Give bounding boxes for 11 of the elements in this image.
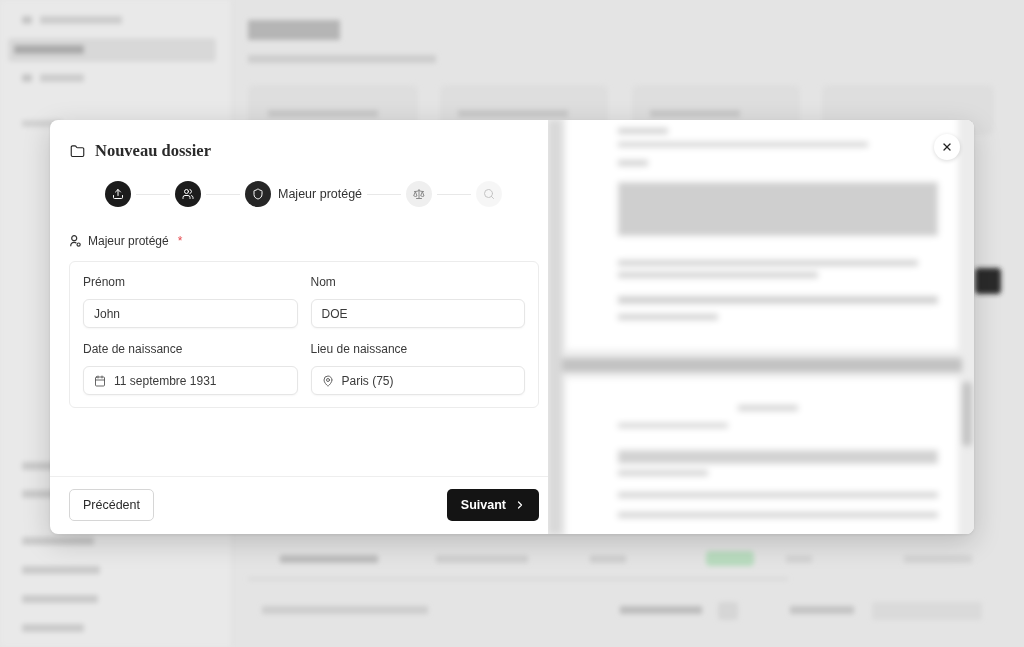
dialog-title: Nouveau dossier <box>95 141 211 161</box>
field-label: Date de naissance <box>83 342 183 357</box>
date-field[interactable]: 11 septembre 1931 <box>83 366 298 395</box>
section-label: Majeur protégé <box>88 234 169 248</box>
previous-button[interactable]: Précédent <box>69 489 154 521</box>
folder-icon <box>70 143 85 159</box>
text-field[interactable]: John <box>83 299 298 328</box>
required-asterisk: * <box>177 234 183 248</box>
field-label: Prénom <box>83 275 126 290</box>
calendar-icon <box>94 374 106 387</box>
person-icon <box>70 235 81 247</box>
